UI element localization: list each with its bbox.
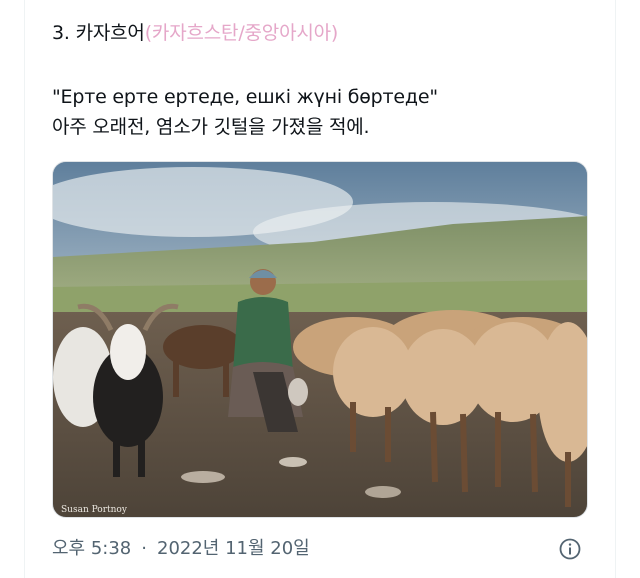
photo-credit: Susan Portnoy: [61, 505, 128, 515]
heading-number: 3.: [52, 22, 70, 44]
heading-region: (카자흐스탄/중앙아시아): [144, 22, 339, 44]
translation-text: 아주 오래전, 염소가 깃털을 가졌을 적에.: [52, 116, 370, 138]
post-time: 오후 5:38: [52, 538, 132, 559]
proverb-text: "Ерте ерте ертеде, ешкі жүні бөртеде": [52, 86, 438, 108]
info-icon[interactable]: [558, 537, 582, 561]
post-photo[interactable]: Susan Portnoy: [52, 161, 588, 518]
post-heading: 3. 카자흐어(카자흐스탄/중앙아시아): [52, 20, 338, 46]
meta-separator: ·: [141, 538, 147, 559]
info-icon-glyph: [559, 538, 581, 560]
photo-illustration: Susan Portnoy: [53, 162, 587, 517]
post-date: 2022년 11월 20일: [157, 538, 310, 559]
heading-language: 카자흐어: [75, 22, 145, 44]
post-timestamp[interactable]: 오후 5:38 · 2022년 11월 20일: [52, 536, 310, 562]
